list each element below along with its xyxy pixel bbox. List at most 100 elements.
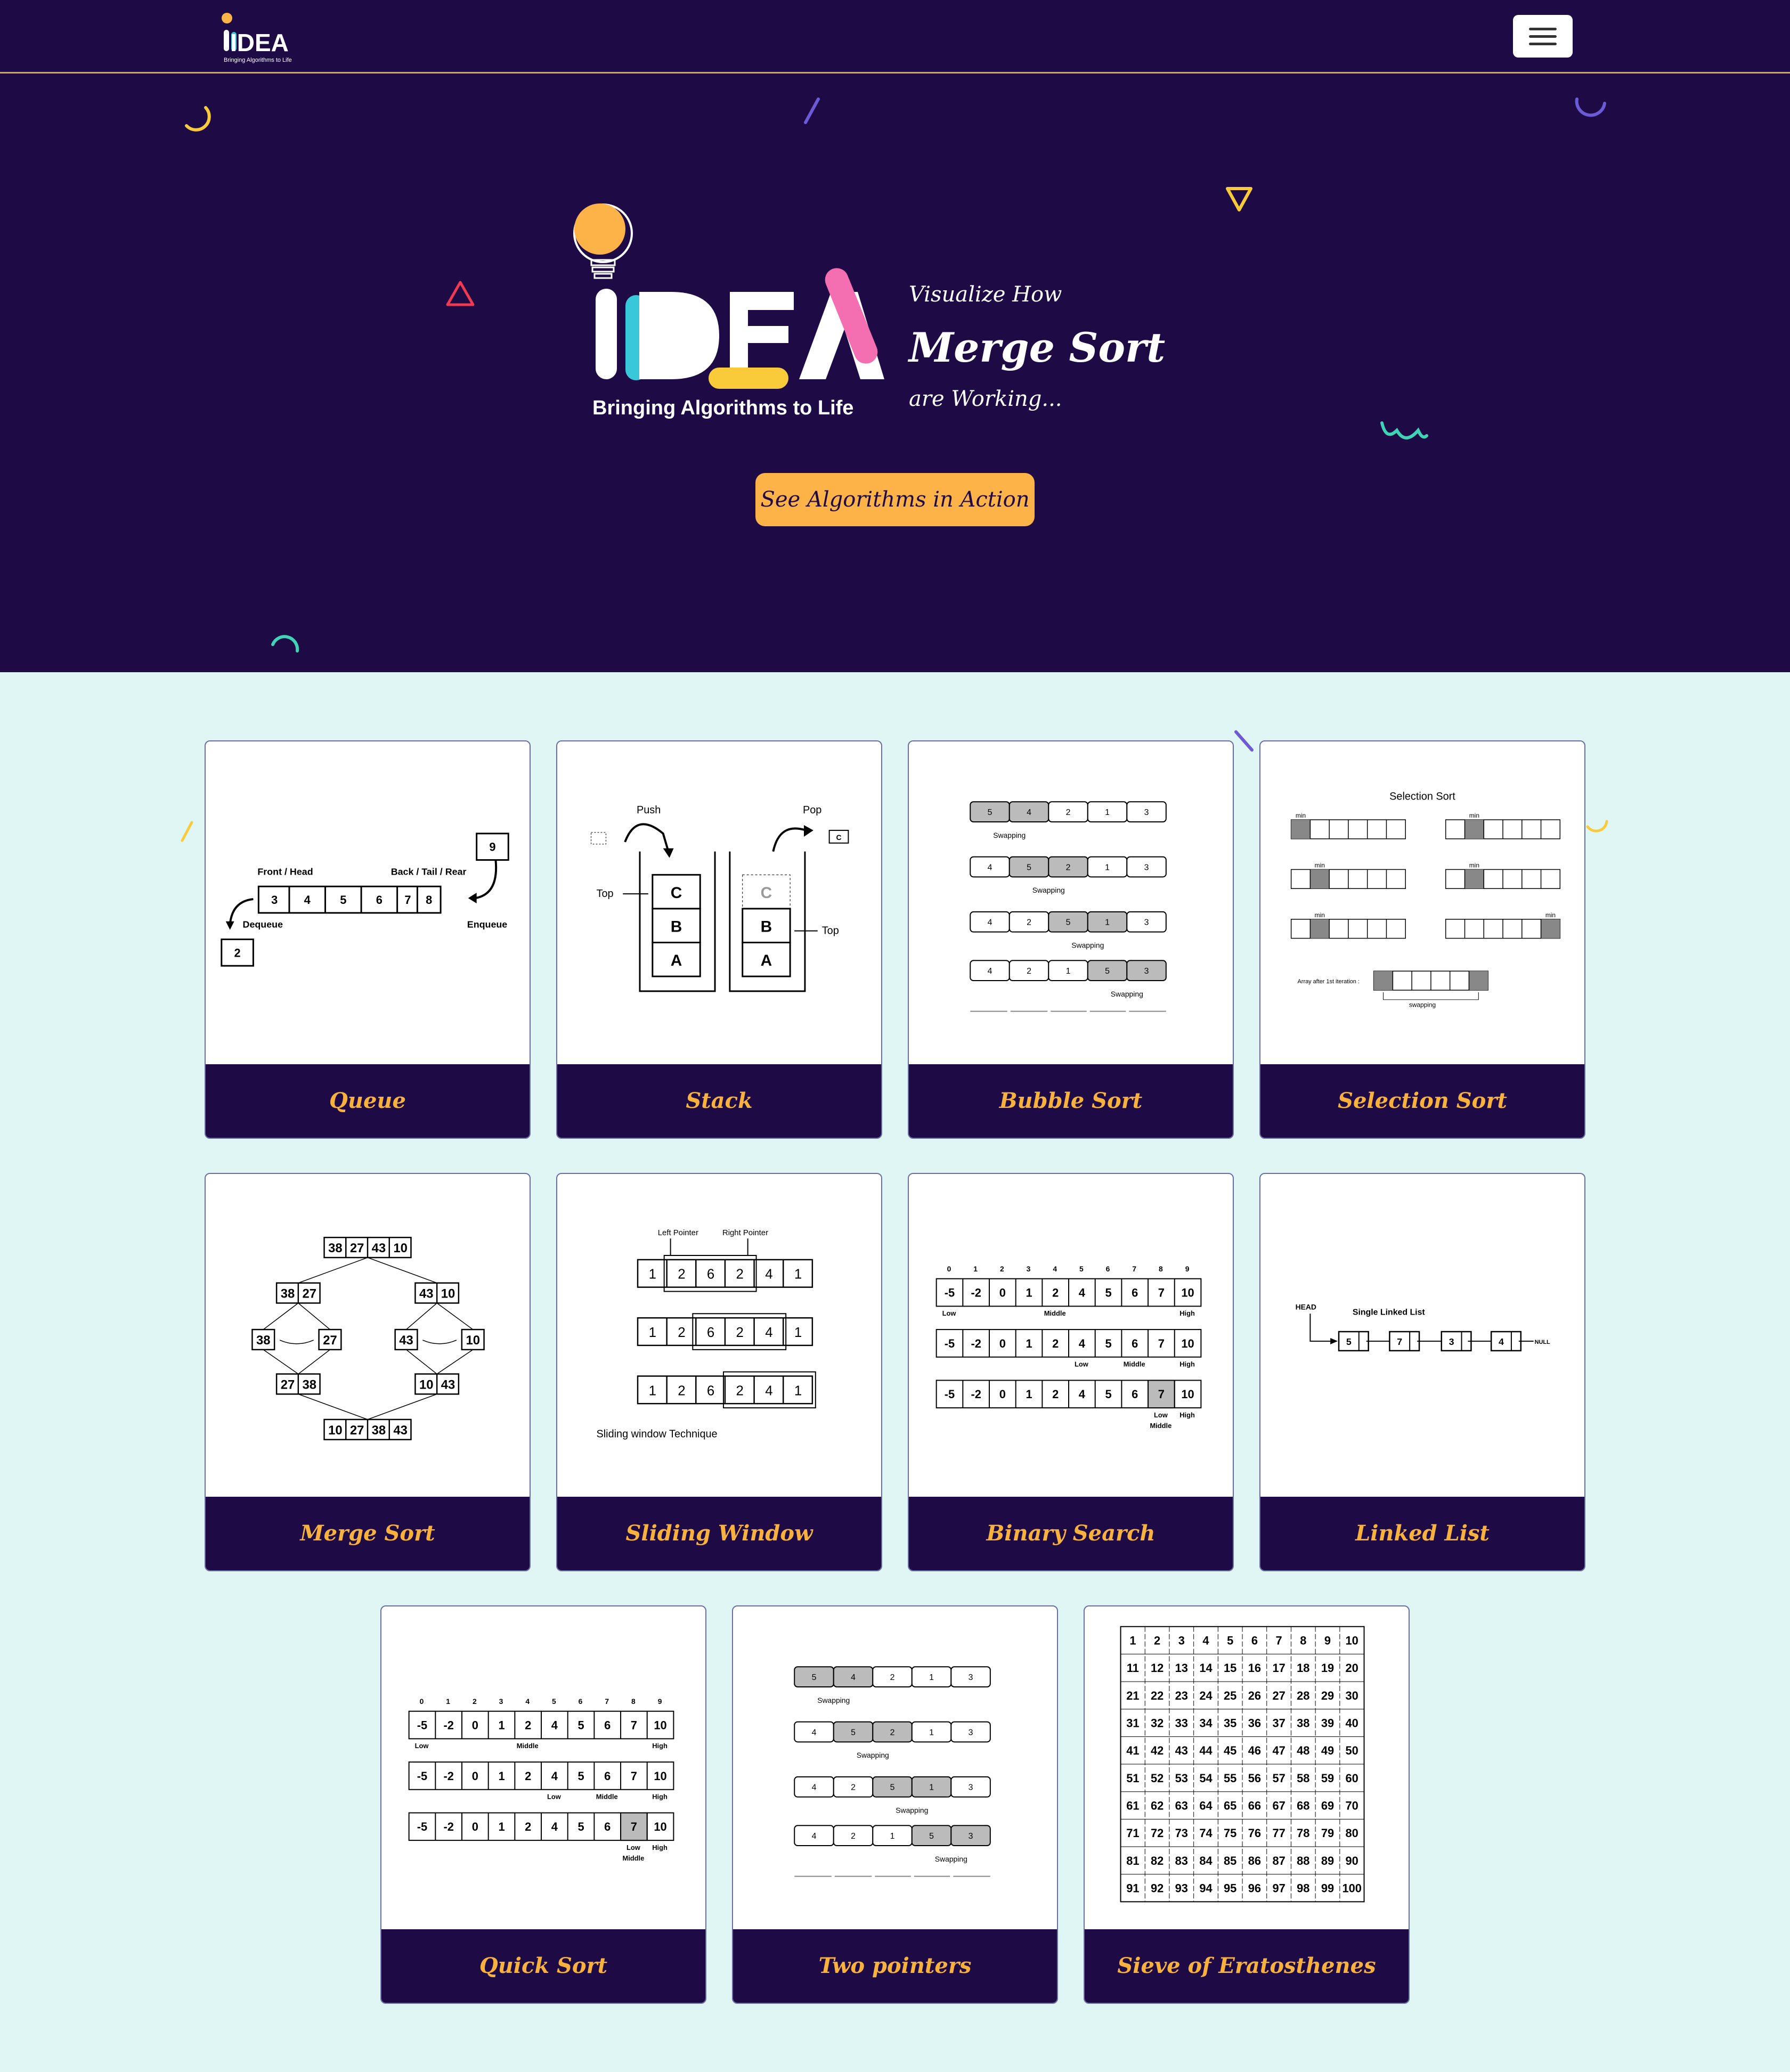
card-linked-list[interactable]: HEAD Single Linked List 5 7 3 4 NULL Linked… xyxy=(1259,1173,1585,1571)
sieve-cell: 44 xyxy=(1199,1744,1213,1757)
sieve-cell: 20 xyxy=(1346,1661,1358,1675)
nav-logo[interactable]: IDEA Bringing Algorithms to Life xyxy=(219,9,299,67)
svg-text:1: 1 xyxy=(929,1783,934,1792)
card-sliding-window[interactable]: Left Pointer Right Pointer 1 2 6 2 4 1 1 2 6 2 4 1… xyxy=(556,1173,882,1571)
svg-text:7: 7 xyxy=(1158,1286,1165,1299)
sieve-cell: 71 xyxy=(1126,1826,1139,1840)
svg-text:10: 10 xyxy=(1181,1337,1194,1350)
sieve-cell: 26 xyxy=(1248,1689,1261,1702)
svg-text:7: 7 xyxy=(1132,1265,1136,1273)
sieve-cell: 18 xyxy=(1297,1661,1309,1675)
sieve-cell: 78 xyxy=(1297,1826,1309,1840)
card-binary-search[interactable]: 0123456789 -5 -2 0 1 2 4 5 6 7 10 -5 -2 0 1 2 4 5 6 7 10 -… xyxy=(908,1173,1234,1571)
sieve-cell: 39 xyxy=(1321,1717,1334,1730)
svg-text:1: 1 xyxy=(1105,863,1110,872)
sieve-cell: 99 xyxy=(1321,1881,1334,1895)
sieve-cell: 46 xyxy=(1248,1744,1261,1757)
svg-text:38: 38 xyxy=(256,1333,271,1348)
svg-text:Front / Head: Front / Head xyxy=(257,866,313,877)
svg-text:2: 2 xyxy=(736,1325,744,1340)
svg-text:4: 4 xyxy=(551,1820,558,1833)
arrow-icon xyxy=(475,860,498,900)
sieve-cell: 66 xyxy=(1248,1799,1261,1812)
svg-text:9: 9 xyxy=(658,1697,662,1706)
sieve-cell: 35 xyxy=(1224,1717,1236,1730)
svg-text:High: High xyxy=(1179,1309,1195,1317)
svg-text:7: 7 xyxy=(1158,1337,1165,1350)
svg-text:27: 27 xyxy=(302,1286,316,1301)
sieve-cell: 59 xyxy=(1321,1772,1334,1785)
sieve-cell: 2 xyxy=(1154,1634,1160,1647)
card-sieve[interactable]: 1 2 3 4 5 6 7 8 9 10 11 12 13 14 15 16 17 18 19 20 21 22 23 24 2… xyxy=(1084,1605,1410,2004)
svg-text:1: 1 xyxy=(973,1265,978,1273)
sieve-cell: 11 xyxy=(1127,1661,1139,1675)
svg-text:5: 5 xyxy=(1105,967,1110,976)
svg-text:10: 10 xyxy=(1181,1286,1194,1299)
svg-text:High: High xyxy=(652,1742,668,1750)
card-title: Merge Sort xyxy=(206,1497,530,1570)
cta-label: See Algorithms in Action xyxy=(760,487,1030,512)
svg-text:2: 2 xyxy=(1052,1388,1059,1401)
see-algorithms-button[interactable]: See Algorithms in Action xyxy=(755,473,1035,559)
tagline-bottom: are Working... xyxy=(909,387,1062,411)
card-quick-sort[interactable]: 0123456789 -5 -2 0 1 2 4 5 6 7 10 -5 -2 0 1 2 4 5 6 7 10 -… xyxy=(380,1605,706,2004)
card-merge-sort[interactable]: 38 27 43 10 38 27 43 10 38 27 43 10 27 38 10 43 1… xyxy=(205,1173,531,1571)
svg-text:Push: Push xyxy=(637,804,661,816)
card-selection-sort[interactable]: Selection Sort min min min min min min A… xyxy=(1259,740,1585,1139)
sieve-cell: 17 xyxy=(1272,1661,1285,1675)
svg-text:2: 2 xyxy=(736,1383,744,1398)
svg-text:Swapping: Swapping xyxy=(1111,990,1143,998)
svg-text:3: 3 xyxy=(969,1783,973,1792)
svg-text:10: 10 xyxy=(654,1769,666,1783)
svg-text:4: 4 xyxy=(1499,1336,1504,1347)
sieve-cell: 40 xyxy=(1346,1717,1358,1730)
svg-text:Middle: Middle xyxy=(1044,1309,1066,1317)
sieve-cell: 37 xyxy=(1272,1717,1285,1730)
card-title: Stack xyxy=(557,1064,881,1138)
card-queue[interactable]: Front / Head Back / Tail / Rear 3 4 5 6 … xyxy=(205,740,531,1139)
sieve-cell: 29 xyxy=(1321,1689,1334,1702)
sieve-cell: 79 xyxy=(1321,1826,1334,1840)
svg-text:1: 1 xyxy=(1105,808,1110,817)
sieve-cell: 95 xyxy=(1224,1881,1236,1895)
svg-text:5: 5 xyxy=(1105,1388,1111,1401)
binary-search-illustration: 0123456789 -5 -2 0 1 2 4 5 6 7 10 -5 -2 0 1 2 4 5 6 7 10 -… xyxy=(935,1265,1202,1430)
svg-text:38: 38 xyxy=(372,1423,386,1438)
svg-text:43: 43 xyxy=(399,1333,413,1348)
svg-text:5: 5 xyxy=(1066,918,1071,927)
svg-text:Array after 1st iteration :: Array after 1st iteration : xyxy=(1298,978,1360,985)
svg-text:swapping: swapping xyxy=(1409,1001,1436,1009)
sieve-cell: 61 xyxy=(1126,1799,1139,1812)
deco-arc-icon xyxy=(185,106,211,132)
svg-text:3: 3 xyxy=(969,1673,973,1682)
deco-triangle-icon xyxy=(446,281,475,306)
svg-text:8: 8 xyxy=(426,893,432,907)
svg-text:2: 2 xyxy=(1066,863,1071,872)
sieve-cell: 60 xyxy=(1346,1772,1358,1785)
svg-text:27: 27 xyxy=(350,1423,364,1438)
svg-text:0: 0 xyxy=(947,1265,951,1273)
queue-illustration: Front / Head Back / Tail / Rear 3 4 5 6 … xyxy=(221,833,509,967)
sieve-cell: 91 xyxy=(1126,1881,1139,1895)
svg-text:-5: -5 xyxy=(417,1718,427,1732)
svg-text:1: 1 xyxy=(1105,918,1110,927)
svg-text:7: 7 xyxy=(631,1769,637,1783)
two-pointers-illustration: 5 4 2 1 3 4 5 2 1 3 4 2 5 1 3 4 2 1 5 3 Swapping Swappin… xyxy=(794,1666,991,1877)
caret-down-icon xyxy=(891,550,906,559)
menu-toggle-button[interactable] xyxy=(1513,15,1573,58)
svg-text:Low: Low xyxy=(626,1843,641,1851)
card-two-pointers[interactable]: 5 4 2 1 3 4 5 2 1 3 4 2 5 1 3 4 2 1 5 3 Swapping Swappin… xyxy=(732,1605,1058,2004)
card-stack[interactable]: Push Pop C C B A C B A Top Top Stack xyxy=(556,740,882,1139)
svg-text:2: 2 xyxy=(678,1383,685,1398)
card-bubble-sort[interactable]: 5 4 2 1 3 4 5 2 1 3 4 2 5 1 3 4 2 1 5 3 Swapping Swappin… xyxy=(908,740,1234,1139)
sliding-window-illustration: Left Pointer Right Pointer 1 2 6 2 4 1 1 2 6 2 4 1… xyxy=(597,1229,816,1440)
svg-text:High: High xyxy=(1179,1411,1195,1419)
sieve-cell: 73 xyxy=(1175,1826,1188,1840)
svg-text:5: 5 xyxy=(929,1832,934,1841)
sieve-cell: 54 xyxy=(1199,1772,1213,1785)
card-title: Linked List xyxy=(1260,1497,1584,1570)
sieve-cell: 77 xyxy=(1272,1826,1285,1840)
svg-text:2: 2 xyxy=(525,1820,531,1833)
sieve-cell: 7 xyxy=(1276,1634,1282,1647)
sieve-cell: 80 xyxy=(1346,1826,1358,1840)
